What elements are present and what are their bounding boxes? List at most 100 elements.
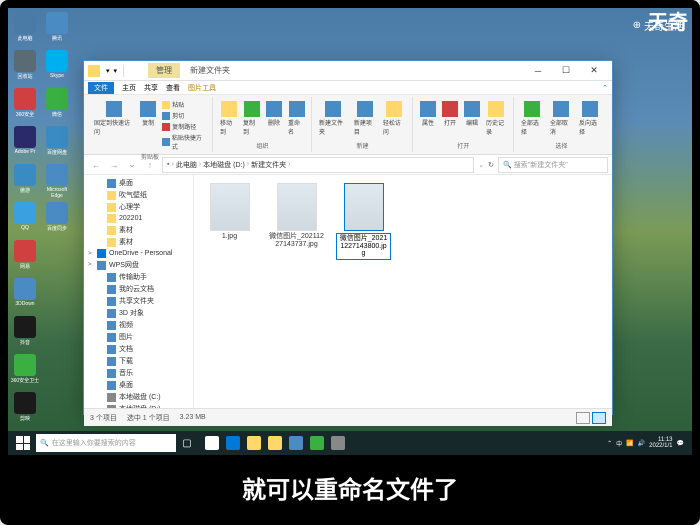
taskbar-app[interactable] [307,433,327,453]
file-item[interactable]: 微信图片_20211227143737.jpg [269,183,324,248]
tab-file[interactable]: 文件 [88,82,114,94]
tray-notifications-icon[interactable]: 💬 [677,440,684,447]
desktop-icon[interactable]: Microsoft Edge [42,164,72,200]
back-button[interactable]: ← [88,157,104,173]
desktop-icon[interactable]: 傲游 [10,164,40,200]
file-name-label[interactable]: 微信图片_20211227143800.jpg [336,233,391,260]
tray-wifi-icon[interactable]: 📶 [626,440,633,447]
ribbon-button[interactable]: 全部选择 [519,99,546,141]
tree-item[interactable]: 吹气壁纸 [84,189,193,201]
desktop-icon[interactable]: 回收站 [10,50,40,86]
desktop-icon[interactable]: 百度网盘 [42,126,72,162]
file-item[interactable]: 1.jpg [202,183,257,241]
tree-item[interactable]: 本地磁盘 (C:) [84,391,193,403]
ribbon-button[interactable]: 轻松访问 [381,99,408,141]
ribbon-button[interactable]: 新建项目 [352,99,379,141]
recent-button[interactable]: ⌄ [124,157,140,173]
refresh-icon[interactable]: ↻ [488,161,494,169]
tree-item[interactable]: 心理学 [84,201,193,213]
breadcrumb-item[interactable]: 本地磁盘 (D:) [203,160,245,170]
ribbon-button[interactable]: 属性 [418,99,438,141]
start-button[interactable] [12,433,34,453]
tab-picture-tools[interactable]: 图片工具 [188,83,216,93]
tree-item[interactable]: 文档 [84,343,193,355]
ribbon-button[interactable]: 移动到 [218,99,239,141]
breadcrumb[interactable]: ▪›此电脑›本地磁盘 (D:)›新建文件夹› [162,157,474,173]
taskbar-search[interactable]: 🔍 在这里输入你要搜索的内容 [36,434,176,452]
tree-item[interactable]: 音乐 [84,367,193,379]
tab-home[interactable]: 主页 [122,83,136,93]
forward-button[interactable]: → [106,157,122,173]
ribbon-button-small[interactable]: 剪切 [160,110,208,121]
taskbar-app[interactable] [286,433,306,453]
ribbon-button[interactable]: 固定到快速访问 [92,99,136,152]
tree-item[interactable]: 图片 [84,331,193,343]
tab-manage[interactable]: 管理 [148,63,180,78]
ribbon-button[interactable]: 新建文件夹 [317,99,350,141]
desktop-icon[interactable]: 百度同步 [42,202,72,238]
desktop-icon[interactable]: QQ [10,202,40,238]
tree-item[interactable]: 202201 [84,213,193,224]
tree-item[interactable]: 3D 对象 [84,307,193,319]
desktop-icon[interactable]: 网易 [10,240,40,276]
minimize-button[interactable]: ─ [524,62,552,80]
desktop-icon[interactable]: 抖音 [10,316,40,352]
tray-ime-icon[interactable]: 中 [616,439,622,448]
ribbon-button[interactable]: 编辑 [462,99,482,141]
desktop-icon[interactable]: 3DDown [10,278,40,314]
ribbon-button[interactable]: 反向选择 [577,99,604,141]
taskbar-app[interactable] [223,433,243,453]
tree-item[interactable]: 视频 [84,319,193,331]
breadcrumb-item[interactable]: 此电脑 [176,160,197,170]
desktop-icon[interactable]: Skype [42,50,72,86]
up-button[interactable]: ↑ [142,157,158,173]
ribbon-button[interactable]: 重命名 [286,99,307,141]
desktop-icon[interactable]: 360安全卫士 [10,354,40,390]
breadcrumb-item[interactable]: 新建文件夹 [251,160,286,170]
tree-item[interactable]: >WPS网盘 [84,259,193,271]
ribbon-button[interactable]: 删除 [264,99,284,141]
file-item[interactable]: 微信图片_20211227143800.jpg [336,183,391,260]
ribbon-button-small[interactable]: 粘贴快捷方式 [160,132,208,152]
tree-item[interactable]: 桌面 [84,177,193,189]
file-list[interactable]: 1.jpg微信图片_20211227143737.jpg 微信图片_2021122… [194,175,612,408]
search-input[interactable]: 🔍 搜索"新建文件夹" [498,157,608,173]
tree-item[interactable]: >OneDrive - Personal [84,248,193,259]
ribbon-button[interactable]: 复制到 [241,99,262,141]
tree-item[interactable]: 素材 [84,224,193,236]
ribbon-button[interactable]: 全部取消 [548,99,575,141]
tree-item[interactable]: 本地磁盘 (D:) [84,403,193,408]
task-view-icon[interactable]: ▢ [178,438,196,449]
desktop-icon[interactable]: 剪映 [10,392,40,428]
desktop-icon[interactable]: 此电脑 [10,12,40,48]
tree-item[interactable]: 我的云文档 [84,283,193,295]
ribbon-button-small[interactable]: 复制路径 [160,121,208,132]
ribbon-collapse-icon[interactable]: ⌃ [602,84,608,92]
tree-item[interactable]: 共享文件夹 [84,295,193,307]
ribbon-button[interactable]: 复制 [138,99,158,152]
close-button[interactable]: ✕ [580,62,608,80]
tab-share[interactable]: 共享 [144,83,158,93]
ribbon-button-small[interactable]: 粘贴 [160,99,208,110]
system-tray[interactable]: ⌃ 中 📶 🔊 11:13 2022/1/1 💬 [607,437,688,449]
taskbar-app[interactable] [202,433,222,453]
maximize-button[interactable]: ☐ [552,62,580,80]
tab-view[interactable]: 查看 [166,83,180,93]
taskbar-app[interactable] [244,433,264,453]
ribbon-button[interactable]: 打开 [440,99,460,141]
desktop-icon[interactable]: 腾讯 [42,12,72,48]
taskbar-app[interactable] [328,433,348,453]
tray-chevron-icon[interactable]: ⌃ [607,440,612,447]
tray-volume-icon[interactable]: 🔊 [638,440,645,447]
desktop-icon[interactable]: 360安全 [10,88,40,124]
view-details-icon[interactable] [576,412,590,424]
ribbon-button[interactable]: 历史记录 [484,99,509,141]
desktop-icon[interactable]: Adobe Pr [10,126,40,162]
taskbar-app[interactable] [265,433,285,453]
navigation-pane[interactable]: 桌面吹气壁纸心理学202201素材素材>OneDrive - Personal>… [84,175,194,408]
tree-item[interactable]: 素材 [84,236,193,248]
view-thumbnails-icon[interactable] [592,412,606,424]
tree-item[interactable]: 下载 [84,355,193,367]
tree-item[interactable]: 传输助手 [84,271,193,283]
titlebar[interactable]: ▾ ▾ 管理 新建文件夹 ─ ☐ ✕ [84,61,612,81]
